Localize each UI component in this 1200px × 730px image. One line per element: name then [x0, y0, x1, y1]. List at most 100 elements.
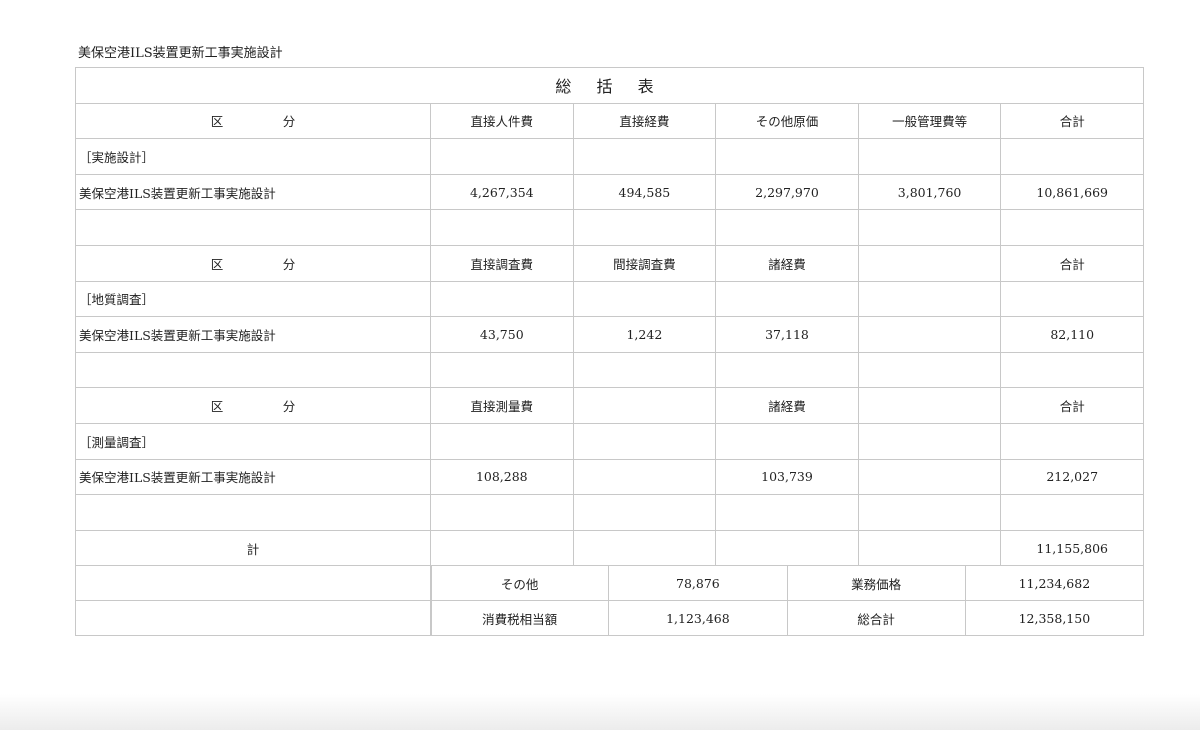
empty-cell	[572, 422, 717, 460]
total-label: 計	[75, 529, 431, 567]
column-header: 直接測量費	[430, 387, 574, 424]
summary-value: 1,123,468	[608, 600, 788, 636]
section1-group-row: ［実施設計］	[75, 138, 1145, 175]
section3-header-row: 区分 直接測量費 諸経費 合計	[75, 387, 1145, 424]
value-cell: 103,739	[715, 458, 859, 496]
kubun-label-left: 区	[210, 256, 224, 272]
empty-cell	[857, 494, 1002, 531]
summary-sheet-table: 総 括 表 区分 直接人件費 直接経費 その他原価 一般管理費等 合計 ［実施設…	[74, 67, 1145, 567]
value-cell	[857, 316, 1002, 353]
group-label: ［地質調査］	[75, 280, 431, 318]
summary-value: 78,876	[608, 566, 788, 601]
empty-cell	[430, 209, 574, 246]
empty-cell	[572, 138, 717, 175]
empty-cell	[715, 529, 859, 567]
value-cell: 494,585	[572, 173, 717, 211]
empty-cell	[857, 280, 1002, 318]
spacer-row	[75, 494, 1145, 531]
summary-value: 11,234,682	[964, 566, 1145, 601]
empty-cell	[572, 351, 717, 389]
empty-cell	[75, 209, 431, 246]
kubun-label-left: 区	[210, 114, 224, 130]
section1-data-row: 美保空港ILS装置更新工事実施設計 4,267,354 494,585 2,29…	[75, 173, 1145, 211]
row-name: 美保空港ILS装置更新工事実施設計	[75, 316, 431, 353]
summary-blank-area	[75, 566, 432, 636]
spacer-row	[75, 351, 1145, 389]
column-header: 間接調査費	[572, 244, 717, 282]
section2-data-row: 美保空港ILS装置更新工事実施設計 43,750 1,242 37,118 82…	[75, 316, 1145, 353]
empty-cell	[715, 138, 859, 175]
empty-cell	[715, 209, 859, 246]
empty-cell	[715, 280, 859, 318]
empty-cell	[572, 494, 717, 531]
empty-cell	[430, 138, 574, 175]
empty-cell	[715, 351, 859, 389]
summary-divider	[76, 600, 431, 601]
summary-block: その他 78,876 業務価格 11,234,682 消費税相当額 1,123,…	[75, 566, 1145, 636]
spacer-row	[75, 209, 1145, 246]
total-row: 計 11,155,806	[75, 529, 1145, 567]
column-header: 直接調査費	[430, 244, 574, 282]
empty-cell	[430, 280, 574, 318]
empty-cell	[75, 351, 431, 389]
empty-cell	[857, 209, 1002, 246]
summary-label: 消費税相当額	[429, 600, 610, 636]
value-cell	[857, 458, 1002, 496]
empty-cell	[1000, 280, 1145, 318]
empty-cell	[1000, 494, 1145, 531]
empty-cell	[857, 138, 1002, 175]
empty-cell	[1000, 209, 1145, 246]
group-label: ［実施設計］	[75, 138, 431, 175]
kubun-label-right: 分	[282, 114, 296, 130]
column-header: その他原価	[715, 102, 859, 140]
page-bottom-shade	[0, 694, 1200, 730]
row-name: 美保空港ILS装置更新工事実施設計	[75, 173, 431, 211]
document-header: 美保空港ILS装置更新工事実施設計	[78, 46, 283, 61]
empty-cell	[715, 422, 859, 460]
summary-value: 12,358,150	[964, 600, 1145, 636]
empty-cell	[715, 494, 859, 531]
empty-cell	[430, 351, 574, 389]
summary-row: 消費税相当額 1,123,468 総合計 12,358,150	[429, 600, 1145, 636]
kubun-label-right: 分	[282, 399, 296, 415]
section3-data-row: 美保空港ILS装置更新工事実施設計 108,288 103,739 212,02…	[75, 458, 1145, 496]
empty-cell	[75, 494, 431, 531]
empty-cell	[1000, 422, 1145, 460]
section3-group-row: ［測量調査］	[75, 422, 1145, 460]
value-cell: 37,118	[715, 316, 859, 353]
empty-cell	[572, 209, 717, 246]
column-header	[572, 387, 717, 424]
kubun-header: 区分	[75, 102, 431, 140]
section1-header-row: 区分 直接人件費 直接経費 その他原価 一般管理費等 合計	[75, 102, 1145, 140]
column-header	[857, 244, 1002, 282]
column-header: 合計	[1000, 387, 1145, 424]
column-header: 合計	[1000, 244, 1145, 282]
empty-cell	[1000, 138, 1145, 175]
value-cell	[572, 458, 717, 496]
column-header	[857, 387, 1002, 424]
empty-cell	[430, 529, 574, 567]
summary-table: その他 78,876 業務価格 11,234,682 消費税相当額 1,123,…	[429, 566, 1145, 636]
summary-label: 総合計	[786, 600, 966, 636]
section2-group-row: ［地質調査］	[75, 280, 1145, 318]
value-cell: 43,750	[430, 316, 574, 353]
summary-row: その他 78,876 業務価格 11,234,682	[429, 566, 1145, 601]
kubun-label-right: 分	[282, 256, 296, 272]
empty-cell	[430, 422, 574, 460]
group-label: ［測量調査］	[75, 422, 431, 460]
value-cell: 82,110	[1000, 316, 1145, 353]
empty-cell	[430, 494, 574, 531]
column-header: 直接経費	[572, 102, 717, 140]
kubun-header: 区分	[75, 244, 431, 282]
column-header: 諸経費	[715, 244, 859, 282]
column-header: 諸経費	[715, 387, 859, 424]
summary-label: 業務価格	[786, 566, 966, 601]
empty-cell	[572, 280, 717, 318]
total-value: 11,155,806	[1000, 529, 1145, 567]
value-cell: 4,267,354	[430, 173, 574, 211]
empty-cell	[857, 529, 1002, 567]
summary-label: その他	[429, 566, 610, 601]
empty-cell	[572, 529, 717, 567]
value-cell: 3,801,760	[857, 173, 1002, 211]
value-cell: 212,027	[1000, 458, 1145, 496]
